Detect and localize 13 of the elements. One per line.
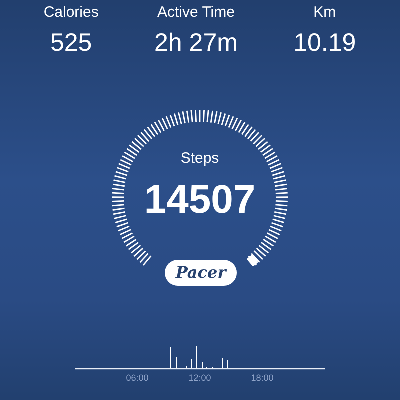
- stat-label: Active Time: [157, 4, 235, 22]
- time-label: 06:00: [126, 372, 149, 385]
- stat-value: 525: [50, 28, 92, 58]
- progress-marker: [246, 254, 259, 267]
- steps-label: Steps: [180, 149, 220, 169]
- stat-value: 2h 27m: [154, 28, 238, 58]
- steps-value: 14507: [143, 176, 257, 222]
- stat-label: Km: [314, 4, 336, 22]
- time-label: 12:00: [188, 372, 212, 385]
- stat-label: Calories: [44, 4, 99, 22]
- logo-button[interactable]: Pacer: [165, 260, 237, 286]
- stat-value: 10.19: [294, 28, 356, 58]
- time-label: 18:00: [251, 372, 274, 385]
